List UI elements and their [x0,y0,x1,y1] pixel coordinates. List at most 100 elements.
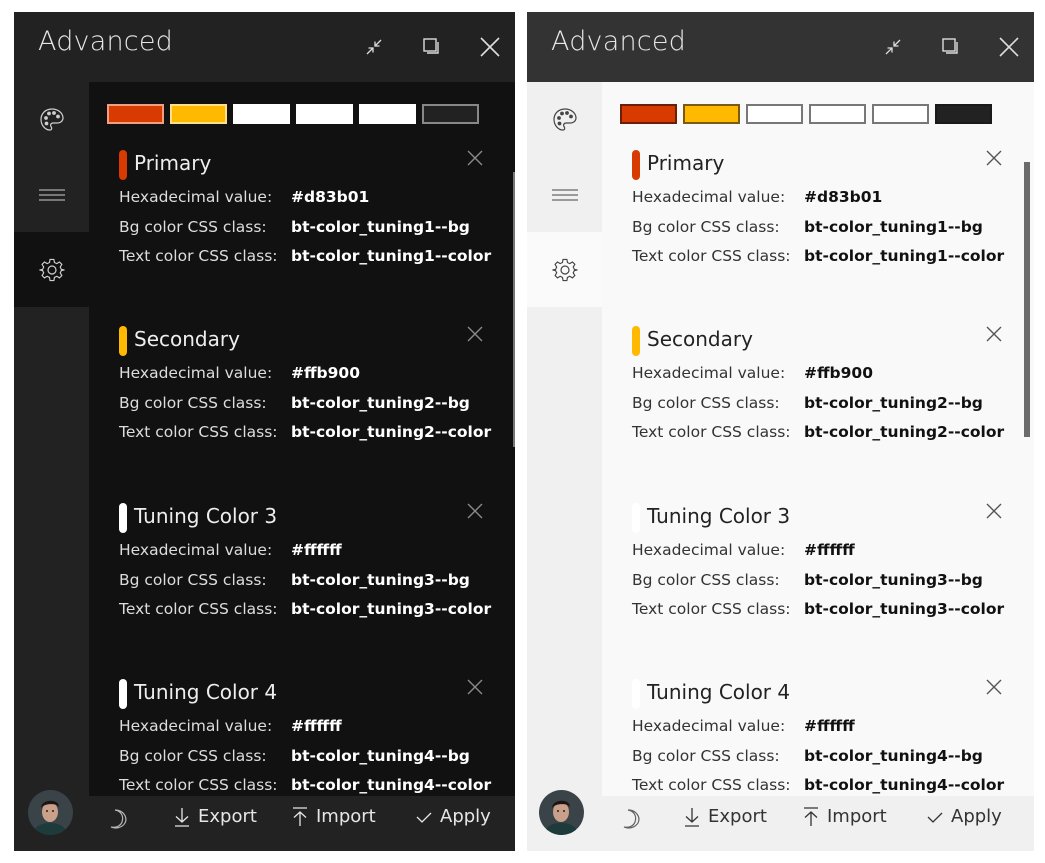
palette-icon [552,107,577,131]
hex-row: Hexadecimal value: #ffffff [119,711,495,741]
color-swatch[interactable] [296,104,353,124]
sidebar-item-menu[interactable] [527,157,602,232]
hex-value: #ffffff [804,717,855,735]
color-swatch[interactable] [872,104,929,124]
restore-button[interactable] [936,32,966,62]
remove-color-button[interactable] [465,501,489,525]
close-button[interactable] [475,32,505,62]
color-swatch[interactable] [746,104,803,124]
download-icon [685,807,699,827]
collapse-button[interactable] [878,32,908,62]
color-indicator-bar [119,679,127,709]
color-indicator-bar [632,150,640,180]
color-name: Tuning Color 4 [134,680,278,704]
bg-class-value: bt-color_tuning3--bg [291,570,470,589]
color-card-header: Secondary [632,324,1014,358]
color-name: Primary [134,151,212,175]
sidebar-item-settings[interactable] [14,232,89,307]
color-card: Primary Hexadecimal value: #d83b01 Bg color… [632,148,1014,271]
apply-button[interactable]: Apply [416,806,491,827]
color-indicator-bar [119,503,127,533]
text-class-row: Text color CSS class: bt-color_tuning3--c… [632,594,1014,624]
user-avatar[interactable] [539,790,584,835]
color-swatch[interactable] [233,104,290,124]
close-icon [986,503,1002,519]
restore-icon [423,38,439,54]
apply-button[interactable]: Apply [927,806,1002,827]
close-button[interactable] [994,32,1024,62]
hex-row: Hexadecimal value: #d83b01 [632,182,1014,212]
bg-class-label: Bg color CSS class: [632,746,780,765]
text-class-value: bt-color_tuning4--color [291,776,492,794]
bg-class-label: Bg color CSS class: [119,393,267,412]
color-swatch-strip [620,104,992,124]
color-swatch[interactable] [422,104,479,124]
bg-class-value: bt-color_tuning2--bg [291,393,470,412]
remove-color-button[interactable] [984,148,1008,172]
color-swatch[interactable] [170,104,227,124]
upload-icon [804,806,818,826]
bg-class-row: Bg color CSS class: bt-color_tuning1--bg [632,212,1014,242]
text-class-value: bt-color_tuning2--color [804,423,1005,441]
color-indicator-bar [632,503,640,533]
color-swatch[interactable] [620,104,677,124]
menu-icon [551,189,578,200]
sidebar-item-palette[interactable] [527,82,602,157]
text-class-row: Text color CSS class: bt-color_tuning2--c… [632,417,1014,447]
remove-color-button[interactable] [465,677,489,701]
bg-class-value: bt-color_tuning4--bg [291,746,470,765]
sidebar-item-settings[interactable] [527,232,602,307]
import-button[interactable]: Import [803,806,887,827]
remove-color-button[interactable] [984,324,1008,348]
color-swatch[interactable] [107,104,164,124]
remove-color-button[interactable] [984,677,1008,701]
color-card: Tuning Color 3 Hexadecimal value: #ffffff B… [119,501,495,624]
import-button[interactable]: Import [292,806,376,827]
bg-class-label: Bg color CSS class: [119,217,267,236]
remove-color-button[interactable] [465,148,489,172]
restore-button[interactable] [417,32,447,62]
color-swatch[interactable] [935,104,992,124]
apply-label: Apply [951,806,1002,827]
color-name: Tuning Color 4 [647,680,791,704]
color-swatch[interactable] [809,104,866,124]
color-card: Tuning Color 4 Hexadecimal value: #ffffff B… [632,677,1014,796]
user-avatar[interactable] [28,790,73,835]
export-label: Export [708,806,767,827]
color-card-header: Tuning Color 4 [632,677,1014,711]
hex-row: Hexadecimal value: #ffffff [119,535,495,565]
collapse-button[interactable] [359,32,389,62]
theme-toggle-button[interactable] [109,808,129,834]
color-card-header: Primary [119,148,495,182]
text-class-label: Text color CSS class: [632,600,791,618]
scrollbar[interactable] [513,172,515,447]
content-area: Primary Hexadecimal value: #d83b01 Bg color… [602,82,1034,796]
moon-icon [110,809,127,829]
scrollbar[interactable] [1024,162,1030,437]
bg-class-label: Bg color CSS class: [632,570,780,589]
color-swatch[interactable] [683,104,740,124]
hex-label: Hexadecimal value: [119,364,273,382]
sidebar-item-menu[interactable] [14,157,89,232]
text-class-value: bt-color_tuning1--color [291,247,492,265]
upload-icon [293,806,307,826]
close-icon [467,326,483,342]
remove-color-button[interactable] [465,324,489,348]
hex-label: Hexadecimal value: [632,541,786,559]
remove-color-button[interactable] [984,501,1008,525]
theme-toggle-button[interactable] [622,808,642,834]
bg-class-label: Bg color CSS class: [119,570,267,589]
title-bar: Advanced [527,12,1034,82]
hex-label: Hexadecimal value: [632,717,786,735]
color-swatch[interactable] [359,104,416,124]
text-class-value: bt-color_tuning4--color [804,776,1005,794]
color-card: Primary Hexadecimal value: #d83b01 Bg color… [119,148,495,271]
color-name: Secondary [134,327,240,351]
sidebar-item-palette[interactable] [14,82,89,157]
export-button[interactable]: Export [174,806,257,827]
advanced-panel-dark: Advanced Primary Hexadecimal value: #d83… [14,12,515,851]
export-button[interactable]: Export [684,806,767,827]
hex-label: Hexadecimal value: [119,541,273,559]
color-name: Primary [647,151,725,175]
color-name: Tuning Color 3 [647,504,791,528]
